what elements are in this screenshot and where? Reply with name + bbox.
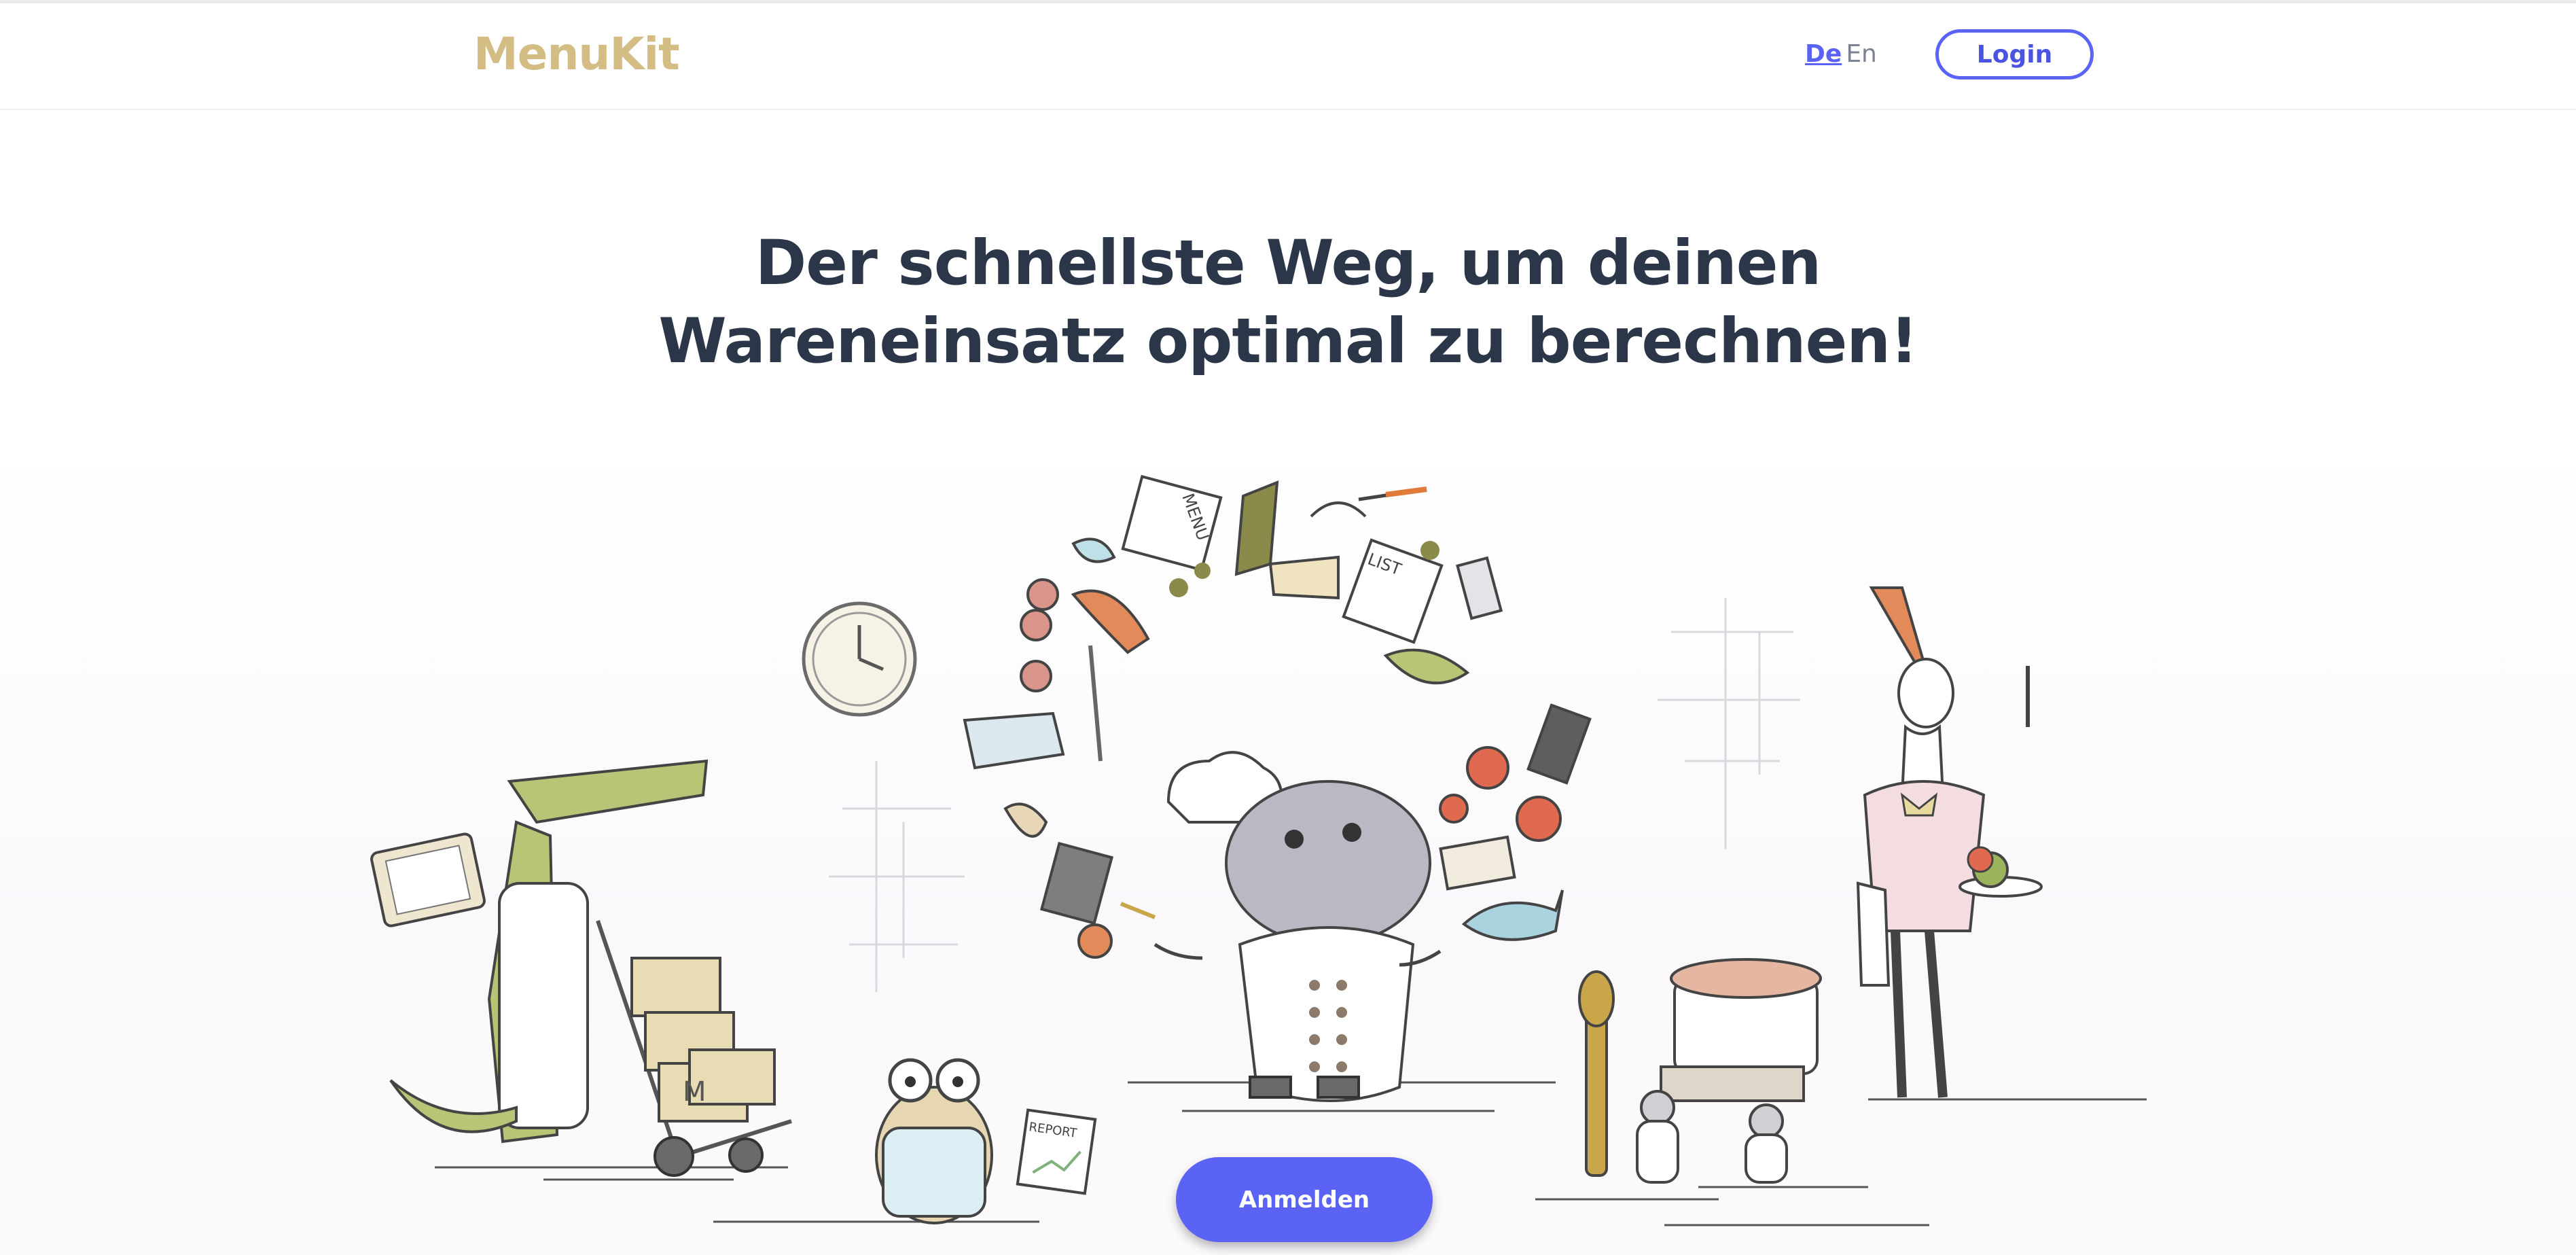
stork-waiter-character	[1856, 586, 2043, 1098]
logo[interactable]: MenuKit	[473, 24, 680, 85]
login-button[interactable]: Login	[1935, 29, 2094, 79]
hand-truck-boxes: M	[596, 920, 792, 1177]
language-switcher: De En	[1805, 37, 1877, 71]
lang-en-link[interactable]: En	[1846, 40, 1877, 68]
lang-de-link[interactable]: De	[1805, 40, 1842, 68]
box-letter: M	[683, 1076, 706, 1108]
hero-title-line2: Wareneinsatz optimal zu berechnen!	[658, 306, 1918, 377]
owl-character: REPORT	[875, 1058, 1097, 1224]
kitchen-illustration: M REPORT MENU LIST	[370, 474, 2147, 1226]
crocodile-character	[370, 759, 709, 1144]
signup-button[interactable]: Anmelden	[1176, 1157, 1433, 1242]
clock-icon	[802, 601, 917, 717]
hero-title: Der schnellste Weg, um deinen Wareneinsa…	[0, 224, 2576, 381]
pot-and-mice	[1578, 958, 1822, 1184]
hero-title-line1: Der schnellste Weg, um deinen	[755, 228, 1822, 299]
hippo-chef-character	[1153, 751, 1442, 1102]
site-header: MenuKit De En Login	[0, 3, 2576, 110]
